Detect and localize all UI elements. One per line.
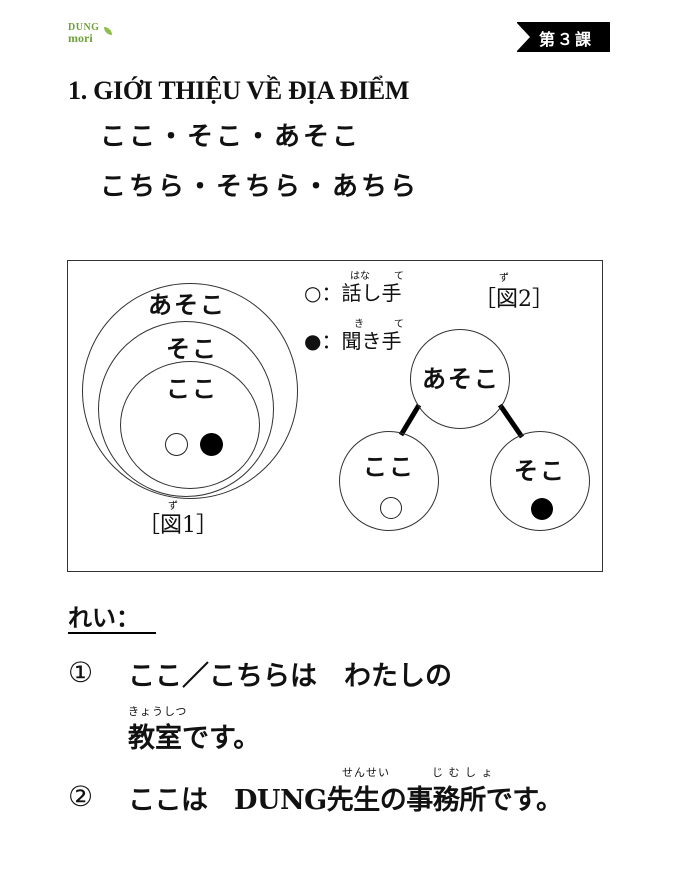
fig2-listener-icon <box>531 498 553 520</box>
fig2-right-label: そこ <box>514 456 566 485</box>
demonstrative-line-1: ここ・そこ・あそこ <box>100 122 362 152</box>
example-1-line1: ここ／こちらは わたしの <box>128 661 452 692</box>
connector-left <box>398 403 422 437</box>
fig2-top-label: あそこ <box>422 364 500 393</box>
example-1-line2: 教室です。 <box>128 723 261 754</box>
example-1-number: ① <box>68 656 94 689</box>
example-2-number: ② <box>68 780 94 813</box>
tag-notch <box>516 22 530 52</box>
fig2-speaker-icon <box>380 497 402 519</box>
lesson-tag: 第３課 <box>516 22 610 52</box>
connector-right <box>497 403 525 439</box>
example-2-line1: ここは DUNG先生の事務所です。 <box>128 785 563 816</box>
location-diagram: あそこ そこ ここ ず ［図1］ はな て ○：話し手 き て ●：聞き手 ず … <box>67 260 603 572</box>
examples-heading: れい： <box>68 603 140 632</box>
examples-heading-underline <box>68 632 156 634</box>
lesson-tag-label: 第３課 <box>539 30 594 49</box>
section-title: 1. GIỚI THIỆU VỀ ĐỊA ĐIỂM <box>68 76 410 105</box>
demonstrative-line-2: こちら・そちら・あちら <box>100 172 420 202</box>
fig2-left-label: ここ <box>363 452 415 481</box>
dungmori-logo: DUNG mori <box>68 22 114 46</box>
logo-line2: mori <box>68 31 93 45</box>
leaf-icon <box>104 27 112 35</box>
